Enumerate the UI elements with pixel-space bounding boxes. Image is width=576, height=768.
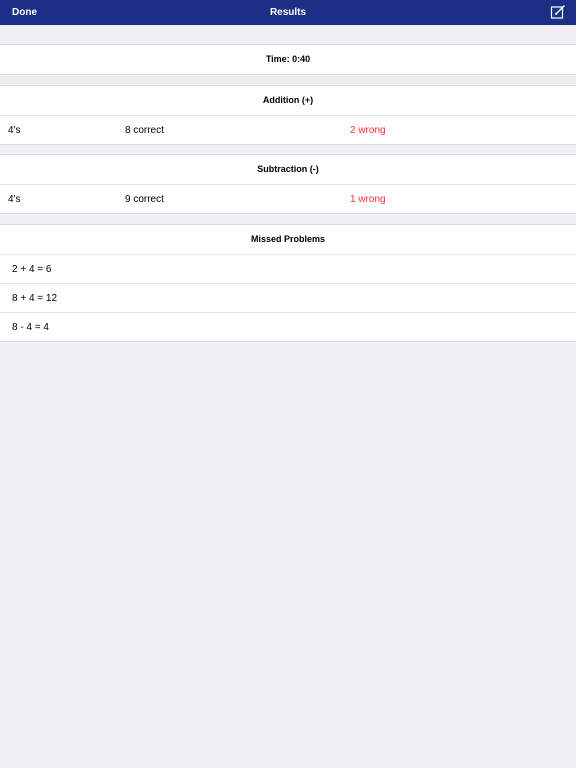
addition-table-label: 4's [8,125,21,136]
page-title: Results [269,7,307,18]
subtraction-row: 4's 9 correct 1 wrong [0,184,576,213]
navigation-bar: Done Results [0,0,576,25]
subtraction-header: Subtraction (-) [257,164,319,174]
addition-section: Addition (+) 4's 8 correct 2 wrong [0,85,576,145]
missed-problem-item: 8 - 4 = 4 [0,312,576,341]
time-label: Time: 0:40 [265,54,311,64]
missed-problem-item: 2 + 4 = 6 [0,254,576,283]
missed-problems-section: Missed Problems 2 + 4 = 6 8 + 4 = 12 8 -… [0,224,576,342]
subtraction-table-label: 4's [8,194,21,205]
time-section: Time: 0:40 [0,44,576,75]
addition-header: Addition (+) [262,95,314,105]
subtraction-wrong-count: 1 wrong [350,194,386,205]
done-button[interactable]: Done [12,0,37,25]
addition-correct-count: 8 correct [125,125,164,136]
missed-problems-header: Missed Problems [250,234,326,244]
missed-problem-item: 8 + 4 = 12 [0,283,576,312]
subtraction-section: Subtraction (-) 4's 9 correct 1 wrong [0,154,576,214]
compose-icon[interactable] [550,4,566,20]
subtraction-correct-count: 9 correct [125,194,164,205]
addition-row: 4's 8 correct 2 wrong [0,115,576,144]
addition-wrong-count: 2 wrong [350,125,386,136]
